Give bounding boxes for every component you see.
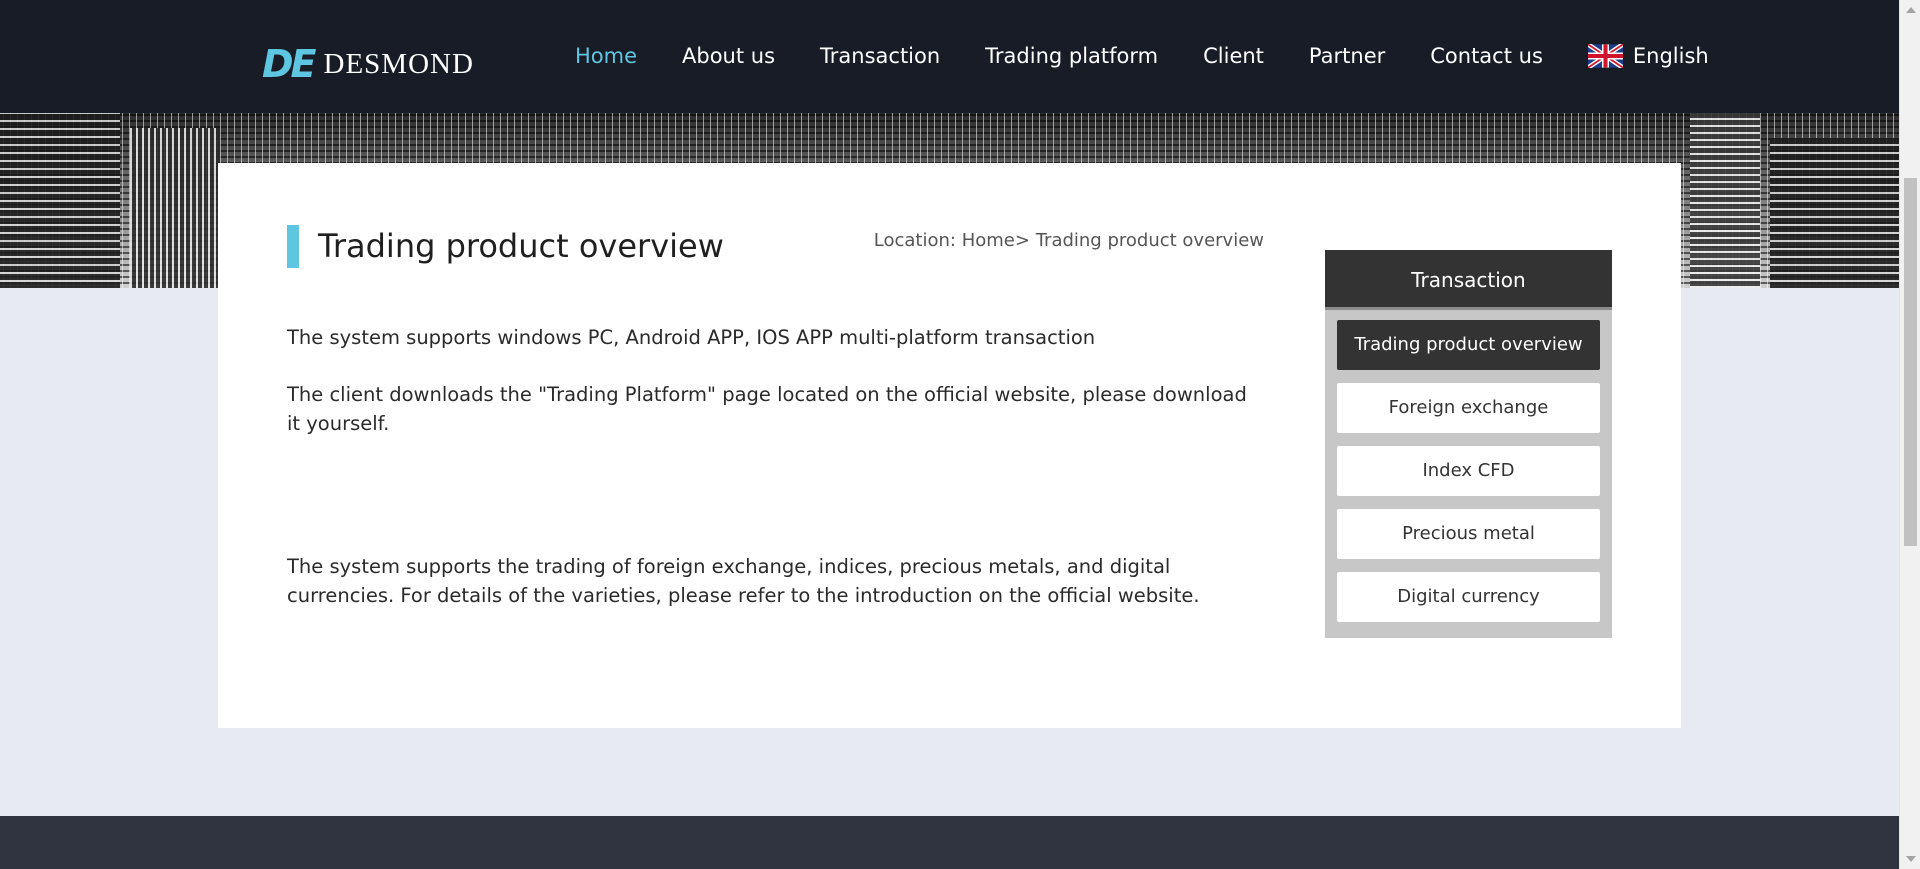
side-item-foreign-exchange[interactable]: Foreign exchange xyxy=(1337,383,1600,433)
page-footer xyxy=(0,816,1899,869)
scrollbar-thumb[interactable] xyxy=(1904,178,1917,546)
paragraph-platforms: The system supports windows PC, Android … xyxy=(287,326,1096,349)
building-shape xyxy=(1770,138,1899,288)
uk-flag-icon xyxy=(1587,44,1623,68)
nav-item-contact-us[interactable]: Contact us xyxy=(1430,38,1543,74)
paragraph-varieties: The system supports the trading of forei… xyxy=(287,555,1200,607)
language-label: English xyxy=(1632,44,1709,68)
building-shape xyxy=(0,113,120,288)
logo-text: DESMOND xyxy=(323,48,474,80)
side-item-digital-currency[interactable]: Digital currency xyxy=(1337,572,1600,622)
top-navigation-bar: DE DESMOND Home About us Transaction Tra… xyxy=(0,0,1899,113)
transaction-side-menu: Transaction Trading product overview For… xyxy=(1325,250,1612,638)
content-card: Trading product overview Location: Home>… xyxy=(218,163,1681,728)
nav-item-trading-platform[interactable]: Trading platform xyxy=(985,38,1158,74)
side-item-index-cfd[interactable]: Index CFD xyxy=(1337,446,1600,496)
paragraph-download: The client downloads the "Trading Platfo… xyxy=(287,383,1247,435)
desmond-logo[interactable]: DE DESMOND xyxy=(262,44,474,84)
main-nav: Home About us Transaction Trading platfo… xyxy=(575,38,1709,74)
overview-text: The system supports windows PC, Android … xyxy=(287,323,1257,610)
breadcrumb-current: Trading product overview xyxy=(1029,230,1264,251)
vertical-scrollbar[interactable] xyxy=(1899,0,1920,869)
building-shape xyxy=(130,128,220,288)
side-menu-heading: Transaction xyxy=(1325,250,1612,310)
scroll-up-arrow-icon[interactable] xyxy=(1906,7,1916,13)
side-item-trading-product-overview[interactable]: Trading product overview xyxy=(1337,320,1600,370)
breadcrumb-prefix: Location: xyxy=(873,230,956,251)
page-title: Trading product overview xyxy=(318,227,724,265)
nav-item-client[interactable]: Client xyxy=(1203,38,1264,74)
side-item-precious-metal[interactable]: Precious metal xyxy=(1337,509,1600,559)
building-shape xyxy=(1690,113,1760,288)
title-accent-bar xyxy=(287,225,299,268)
breadcrumb-separator: > xyxy=(1014,230,1030,251)
breadcrumb-home-link[interactable]: Home xyxy=(962,230,1015,251)
nav-item-about-us[interactable]: About us xyxy=(682,38,775,74)
side-menu-list: Trading product overview Foreign exchang… xyxy=(1325,310,1612,622)
language-selector[interactable]: English xyxy=(1587,38,1709,74)
nav-item-transaction[interactable]: Transaction xyxy=(820,38,940,74)
logo-mark: DE xyxy=(262,42,316,86)
breadcrumb: Location: Home> Trading product overview xyxy=(874,226,1264,256)
scroll-down-arrow-icon[interactable] xyxy=(1906,856,1916,862)
nav-item-home[interactable]: Home xyxy=(575,38,637,74)
nav-item-partner[interactable]: Partner xyxy=(1309,38,1385,74)
